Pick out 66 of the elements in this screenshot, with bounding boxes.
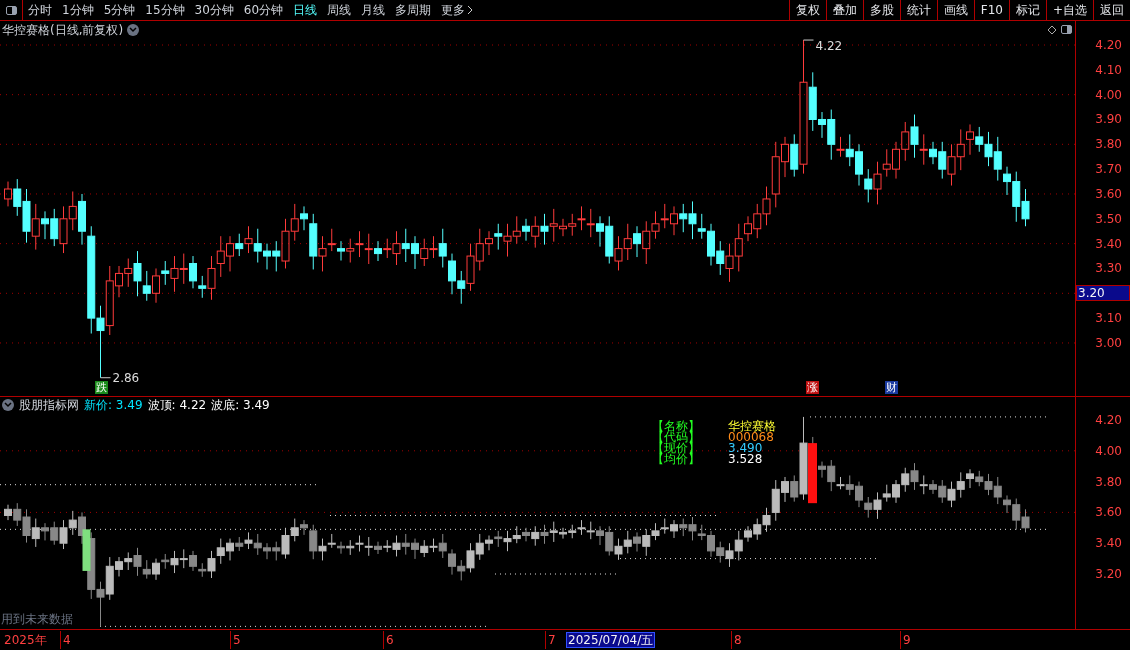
indicator-axis-label: 3.60 [1095, 505, 1122, 520]
indicator-axis-label: 3.20 [1095, 567, 1122, 581]
month-label: 8 [731, 631, 742, 649]
toolbar-button[interactable]: 叠加 [825, 0, 863, 20]
price-axis-label: 3.60 [1095, 186, 1122, 201]
event-marker[interactable]: 财 [885, 381, 898, 394]
month-label: 9 [900, 631, 911, 649]
price-axis-label: 3.50 [1095, 211, 1122, 226]
info-label: 【名称】 [652, 421, 701, 432]
price-axis-label: 3.80 [1095, 137, 1122, 152]
month-label: 7 [545, 631, 556, 649]
month-label: 4 [60, 631, 71, 649]
period-tab[interactable]: 月线 [361, 1, 386, 19]
info-value: 华控赛格 [728, 421, 776, 432]
toolbar-button[interactable]: F10 [973, 0, 1009, 20]
month-label: 5 [230, 631, 241, 649]
period-tab[interactable]: 1分钟 [62, 1, 94, 19]
info-label: 【现价】 [652, 443, 701, 454]
price-axis-label: 4.00 [1095, 87, 1122, 102]
toolbar-button[interactable]: 统计 [899, 0, 937, 20]
price-axis-label: 3.70 [1095, 162, 1122, 177]
indicator-axis-label: 4.20 [1095, 413, 1122, 427]
period-tab[interactable]: 多周期 [395, 1, 432, 19]
price-axis-label: 3.30 [1095, 261, 1122, 276]
more-menu[interactable]: 更多 [441, 1, 474, 19]
period-tab[interactable]: 周线 [327, 1, 352, 19]
event-marker[interactable]: 跌 [94, 381, 108, 394]
period-tab[interactable]: 5分钟 [103, 1, 136, 19]
info-value: 3.490 [728, 443, 763, 454]
cursor-date-label: 2025/07/04/五 [566, 632, 656, 648]
period-tab[interactable]: 60分钟 [243, 1, 284, 19]
toolbar-button[interactable]: 复权 [788, 0, 826, 20]
toolbar-button[interactable]: 返回 [1093, 0, 1130, 20]
info-value: 3.528 [728, 454, 763, 465]
price-axis-label: 3.10 [1095, 311, 1122, 326]
chart-title: 华控赛格(日线,前复权) [2, 21, 124, 39]
toolbar-button[interactable]: 画线 [936, 0, 974, 20]
future-data-note: 用到未来数据 [1, 611, 73, 628]
info-label: 【均价】 [652, 454, 701, 465]
indicator-axis-label: 3.40 [1095, 536, 1122, 551]
period-tab[interactable]: 30分钟 [194, 1, 234, 19]
price-axis-label: 4.20 [1095, 38, 1122, 52]
indicator-reading: 波顶: 4.22 [147, 397, 207, 414]
indicator-axis-label: 3.80 [1095, 474, 1122, 489]
month-label: 6 [383, 631, 394, 649]
event-marker[interactable]: 涨 [806, 381, 819, 394]
info-label: 【代码】 [652, 432, 701, 443]
price-axis-label: 4.10 [1095, 62, 1122, 77]
price-axis-label: 3.00 [1095, 335, 1122, 350]
toolbar-button[interactable]: +自选 [1045, 0, 1093, 20]
period-tab[interactable]: 15分钟 [145, 1, 185, 19]
toolbar-button[interactable]: 标记 [1008, 0, 1046, 20]
year-label: 2025年 [4, 632, 47, 649]
toolbar-button[interactable]: 多股 [862, 0, 900, 20]
period-tab[interactable]: 日线 [293, 1, 318, 19]
indicator-axis-label: 4.00 [1095, 443, 1122, 458]
price-axis-label: 3.90 [1095, 112, 1122, 127]
price-axis-label: 3.40 [1095, 236, 1122, 251]
indicator-reading: 新价: 3.49 [84, 397, 143, 414]
cursor-price-label: 3.20 [1076, 285, 1130, 302]
period-tab[interactable]: 分时 [28, 1, 52, 19]
indicator-name: 股朋指标网 [19, 397, 79, 414]
low-price-label: 2.86 [112, 370, 140, 385]
indicator-reading: 波底: 3.49 [211, 397, 270, 414]
high-price-label: 4.22 [815, 39, 843, 54]
info-value: 000068 [728, 432, 774, 443]
